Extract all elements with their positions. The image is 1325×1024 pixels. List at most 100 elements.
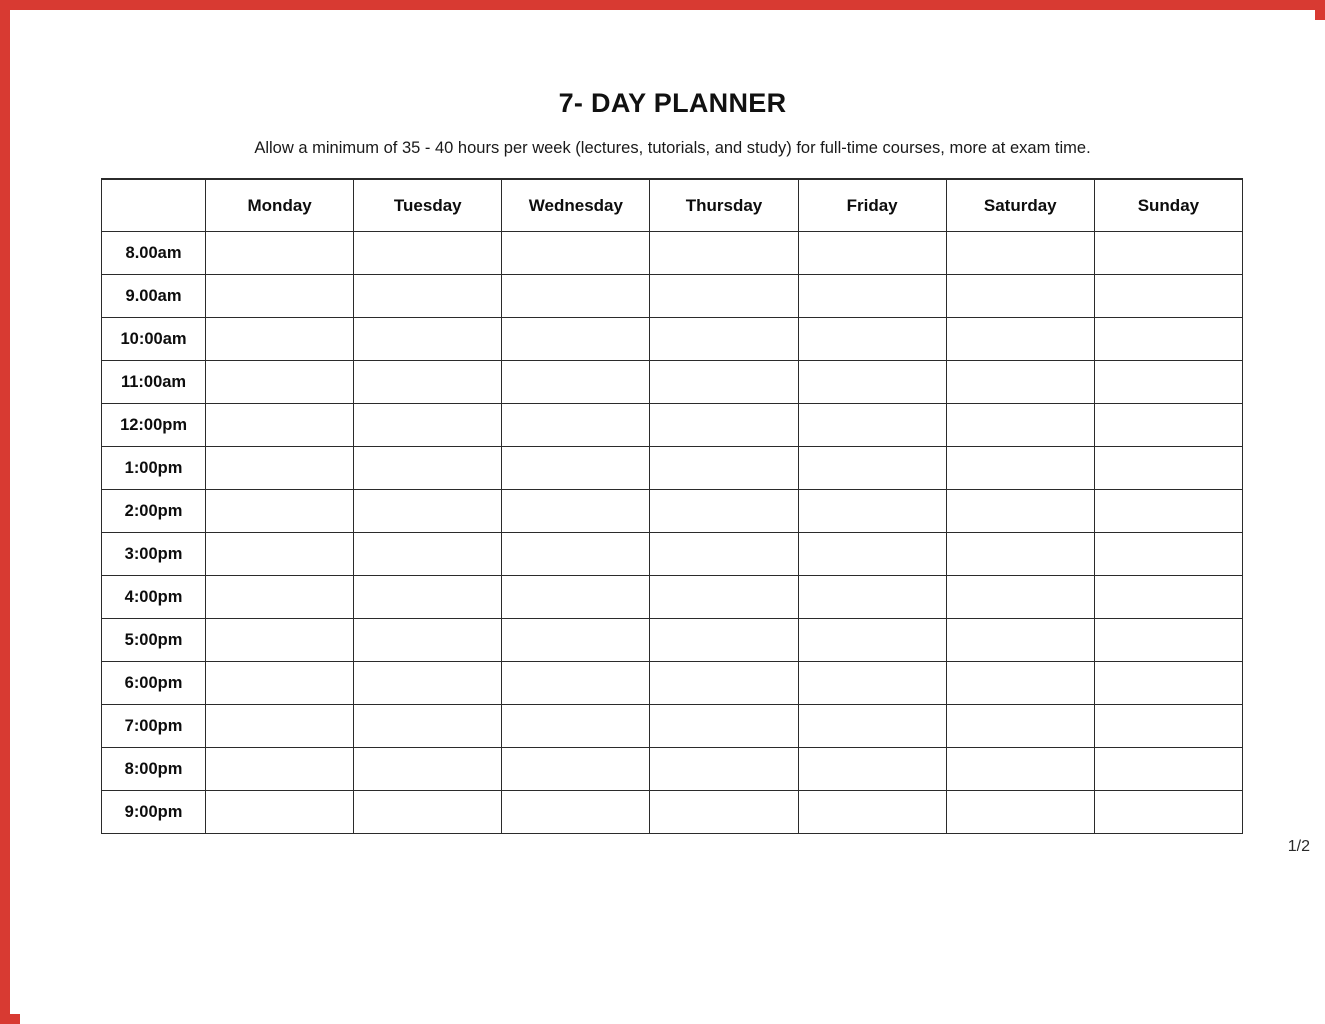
planner-slot-sunday[interactable] xyxy=(1093,618,1244,662)
planner-slot-monday[interactable] xyxy=(205,790,355,834)
planner-slot-friday[interactable] xyxy=(797,446,947,490)
planner-slot-wednesday[interactable] xyxy=(501,618,651,662)
planner-slot-sunday[interactable] xyxy=(1093,575,1244,619)
planner-slot-thursday[interactable] xyxy=(649,317,799,361)
planner-slot-monday[interactable] xyxy=(205,747,355,791)
planner-slot-monday[interactable] xyxy=(205,446,355,490)
planner-slot-sunday[interactable] xyxy=(1093,360,1244,404)
planner-slot-tuesday[interactable] xyxy=(353,532,503,576)
planner-slot-tuesday[interactable] xyxy=(353,317,503,361)
planner-slot-friday[interactable] xyxy=(797,704,947,748)
planner-slot-saturday[interactable] xyxy=(945,489,1095,533)
planner-slot-friday[interactable] xyxy=(797,747,947,791)
planner-slot-wednesday[interactable] xyxy=(501,747,651,791)
planner-slot-sunday[interactable] xyxy=(1093,274,1244,318)
planner-slot-wednesday[interactable] xyxy=(501,446,651,490)
planner-slot-tuesday[interactable] xyxy=(353,489,503,533)
planner-slot-thursday[interactable] xyxy=(649,532,799,576)
planner-slot-saturday[interactable] xyxy=(945,317,1095,361)
planner-slot-wednesday[interactable] xyxy=(501,489,651,533)
planner-slot-tuesday[interactable] xyxy=(353,274,503,318)
planner-slot-monday[interactable] xyxy=(205,489,355,533)
planner-slot-sunday[interactable] xyxy=(1093,403,1244,447)
planner-slot-wednesday[interactable] xyxy=(501,231,651,275)
planner-slot-friday[interactable] xyxy=(797,403,947,447)
planner-slot-saturday[interactable] xyxy=(945,704,1095,748)
planner-slot-tuesday[interactable] xyxy=(353,618,503,662)
planner-slot-tuesday[interactable] xyxy=(353,704,503,748)
planner-slot-wednesday[interactable] xyxy=(501,360,651,404)
planner-slot-tuesday[interactable] xyxy=(353,446,503,490)
planner-slot-wednesday[interactable] xyxy=(501,317,651,361)
planner-slot-thursday[interactable] xyxy=(649,704,799,748)
planner-slot-tuesday[interactable] xyxy=(353,747,503,791)
planner-slot-saturday[interactable] xyxy=(945,446,1095,490)
planner-slot-wednesday[interactable] xyxy=(501,575,651,619)
planner-slot-saturday[interactable] xyxy=(945,231,1095,275)
planner-slot-tuesday[interactable] xyxy=(353,231,503,275)
planner-slot-sunday[interactable] xyxy=(1093,747,1244,791)
planner-slot-friday[interactable] xyxy=(797,575,947,619)
planner-slot-wednesday[interactable] xyxy=(501,532,651,576)
planner-slot-thursday[interactable] xyxy=(649,661,799,705)
planner-slot-wednesday[interactable] xyxy=(501,704,651,748)
planner-slot-sunday[interactable] xyxy=(1093,790,1244,834)
planner-slot-thursday[interactable] xyxy=(649,231,799,275)
planner-slot-saturday[interactable] xyxy=(945,575,1095,619)
planner-slot-sunday[interactable] xyxy=(1093,532,1244,576)
planner-slot-saturday[interactable] xyxy=(945,403,1095,447)
planner-slot-friday[interactable] xyxy=(797,618,947,662)
planner-slot-saturday[interactable] xyxy=(945,661,1095,705)
planner-slot-friday[interactable] xyxy=(797,360,947,404)
planner-slot-sunday[interactable] xyxy=(1093,661,1244,705)
planner-slot-wednesday[interactable] xyxy=(501,403,651,447)
planner-slot-saturday[interactable] xyxy=(945,618,1095,662)
planner-slot-monday[interactable] xyxy=(205,618,355,662)
planner-slot-thursday[interactable] xyxy=(649,274,799,318)
planner-row: 10:00am xyxy=(100,317,1244,361)
planner-slot-wednesday[interactable] xyxy=(501,790,651,834)
planner-slot-friday[interactable] xyxy=(797,231,947,275)
planner-slot-monday[interactable] xyxy=(205,532,355,576)
planner-slot-saturday[interactable] xyxy=(945,790,1095,834)
planner-slot-saturday[interactable] xyxy=(945,274,1095,318)
planner-slot-monday[interactable] xyxy=(205,661,355,705)
planner-slot-sunday[interactable] xyxy=(1093,231,1244,275)
planner-slot-thursday[interactable] xyxy=(649,446,799,490)
planner-slot-monday[interactable] xyxy=(205,704,355,748)
planner-slot-thursday[interactable] xyxy=(649,360,799,404)
planner-slot-thursday[interactable] xyxy=(649,618,799,662)
planner-slot-friday[interactable] xyxy=(797,274,947,318)
planner-slot-friday[interactable] xyxy=(797,532,947,576)
planner-slot-sunday[interactable] xyxy=(1093,317,1244,361)
planner-slot-thursday[interactable] xyxy=(649,489,799,533)
planner-slot-thursday[interactable] xyxy=(649,403,799,447)
planner-slot-friday[interactable] xyxy=(797,790,947,834)
planner-slot-friday[interactable] xyxy=(797,317,947,361)
planner-slot-tuesday[interactable] xyxy=(353,403,503,447)
planner-slot-thursday[interactable] xyxy=(649,747,799,791)
planner-slot-monday[interactable] xyxy=(205,360,355,404)
planner-slot-monday[interactable] xyxy=(205,231,355,275)
planner-row: 9.00am xyxy=(100,274,1244,318)
planner-slot-monday[interactable] xyxy=(205,317,355,361)
planner-slot-monday[interactable] xyxy=(205,403,355,447)
planner-slot-sunday[interactable] xyxy=(1093,704,1244,748)
planner-slot-saturday[interactable] xyxy=(945,360,1095,404)
planner-slot-friday[interactable] xyxy=(797,661,947,705)
planner-slot-tuesday[interactable] xyxy=(353,575,503,619)
planner-slot-friday[interactable] xyxy=(797,489,947,533)
planner-slot-tuesday[interactable] xyxy=(353,360,503,404)
planner-slot-monday[interactable] xyxy=(205,274,355,318)
planner-slot-tuesday[interactable] xyxy=(353,790,503,834)
planner-slot-sunday[interactable] xyxy=(1093,489,1244,533)
planner-slot-wednesday[interactable] xyxy=(501,274,651,318)
planner-slot-thursday[interactable] xyxy=(649,575,799,619)
planner-slot-thursday[interactable] xyxy=(649,790,799,834)
planner-slot-monday[interactable] xyxy=(205,575,355,619)
planner-slot-tuesday[interactable] xyxy=(353,661,503,705)
planner-slot-saturday[interactable] xyxy=(945,747,1095,791)
planner-slot-sunday[interactable] xyxy=(1093,446,1244,490)
planner-slot-wednesday[interactable] xyxy=(501,661,651,705)
planner-slot-saturday[interactable] xyxy=(945,532,1095,576)
